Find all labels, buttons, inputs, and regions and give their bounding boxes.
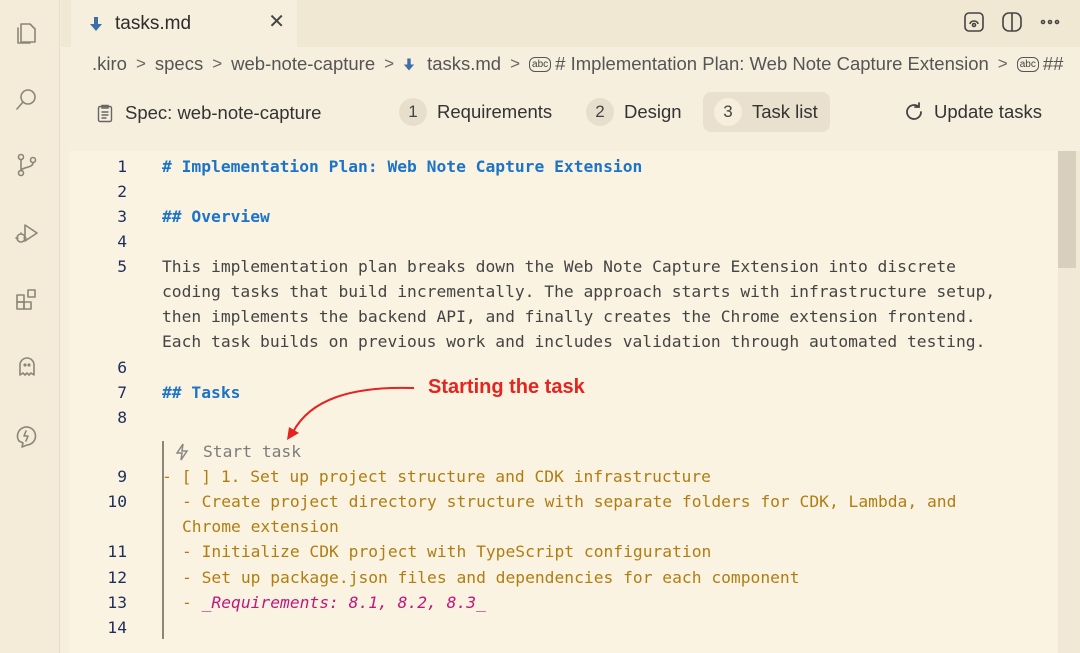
line-number: 3 [117,207,127,226]
list-dash: - [182,593,202,612]
more-actions-icon[interactable] [1038,10,1062,34]
task-subitem[interactable]: Chrome extension [182,517,339,536]
refresh-icon [906,102,922,120]
annotation-label: Starting the task [428,376,585,398]
lightning-icon [175,443,189,460]
code-line[interactable]: Each task builds on previous work and in… [162,332,985,351]
chevron-right-icon: > [510,54,521,73]
breadcrumb-item[interactable]: web-note-capture [231,53,375,75]
line-number: 5 [117,257,127,276]
task-checkbox-line[interactable]: - [ ] 1. Set up project structure and CD… [162,467,711,486]
tab-title: tasks.md [115,12,192,34]
step-label: Design [624,101,682,122]
update-tasks-label: Update tasks [934,101,1042,122]
step-task-list[interactable]: 3 Task list [703,92,830,132]
code-line[interactable]: coding tasks that build incrementally. T… [162,282,995,301]
spec-document-icon [97,104,113,122]
breadcrumb-item[interactable]: tasks.md [427,53,501,75]
step-design[interactable]: 2 Design [586,92,694,132]
update-tasks-button[interactable]: Update tasks [903,101,1042,123]
vertical-scrollbar[interactable] [1058,151,1080,653]
close-icon[interactable]: ✕ [268,12,285,32]
line-number: 9 [117,467,127,486]
line-number: 6 [117,358,127,377]
line-number: 12 [107,568,127,587]
line-number: 7 [117,383,127,402]
task-requirements-line[interactable]: - _Requirements: 8.1, 8.2, 8.3_ [182,593,486,612]
symbol-string-icon: abc [1016,56,1039,72]
tab-bar: tasks.md ✕ [61,0,1080,47]
breadcrumb-item[interactable]: .kiro [92,53,127,75]
line-number: 13 [107,593,127,612]
task-subitem[interactable]: - Set up package.json files and dependen… [182,568,800,587]
search-icon[interactable] [12,84,42,114]
spec-label: Spec: web-note-capture [97,102,321,124]
chevron-right-icon: > [135,54,146,73]
line-number: 8 [117,408,127,427]
line-number: 4 [117,232,127,251]
task-subitem[interactable]: - Initialize CDK project with TypeScript… [182,542,711,561]
activity-bar [0,0,60,653]
markdown-file-icon [90,16,102,31]
line-number: 11 [107,542,127,561]
code-line-heading[interactable]: ## Tasks [162,383,240,402]
task-subitem[interactable]: - Create project directory structure wit… [182,492,956,511]
step-requirements[interactable]: 1 Requirements [399,92,564,132]
scrollbar-thumb[interactable] [1058,151,1076,268]
code-line-heading[interactable]: ## Overview [162,207,270,226]
requirements-reference: _Requirements: 8.1, 8.2, 8.3_ [201,593,486,612]
start-task-codelens[interactable]: Start task [173,442,301,461]
step-number: 3 [714,98,742,126]
spec-name: Spec: web-note-capture [125,102,322,123]
breadcrumb-item[interactable]: # Implementation Plan: Web Note Capture … [555,53,989,75]
breadcrumb: .kiro > specs > web-note-capture > tasks… [92,52,1063,76]
line-number: 10 [107,492,127,511]
step-label: Requirements [437,101,553,122]
start-task-label: Start task [203,442,302,461]
step-number: 2 [586,98,614,126]
chevron-right-icon: > [384,54,395,73]
spec-toolbar: Spec: web-note-capture 1 Requirements 2 … [61,88,1080,138]
tab-tasks-md[interactable]: tasks.md ✕ [71,0,297,47]
breadcrumb-item[interactable]: specs [155,53,203,75]
kiro-ghost-icon[interactable] [12,352,42,382]
code-line-heading[interactable]: # Implementation Plan: Web Note Capture … [162,157,642,176]
run-debug-icon[interactable] [12,218,42,248]
editor-actions [962,10,1062,34]
chevron-right-icon: > [997,54,1008,73]
source-control-icon[interactable] [12,150,42,180]
code-editor[interactable]: 1 2 3 4 5 6 7 8 9 10 11 12 13 14 # Imple… [69,151,1080,653]
split-editor-icon[interactable] [1000,10,1024,34]
chevron-right-icon: > [212,54,223,73]
line-number: 2 [117,182,127,201]
code-line[interactable]: This implementation plan breaks down the… [162,257,956,276]
extensions-icon[interactable] [12,284,42,314]
line-number: 14 [107,618,127,637]
symbol-string-icon: abc [529,56,552,72]
kiro-agent-icon[interactable] [12,420,42,450]
markdown-file-icon [403,58,415,70]
step-number: 1 [399,98,427,126]
breadcrumb-item[interactable]: ## [1043,53,1064,75]
code-line[interactable]: then implements the backend API, and fin… [162,307,976,326]
open-preview-icon[interactable] [962,10,986,34]
explorer-icon[interactable] [12,18,42,48]
line-number: 1 [117,157,127,176]
step-label: Task list [752,101,818,122]
